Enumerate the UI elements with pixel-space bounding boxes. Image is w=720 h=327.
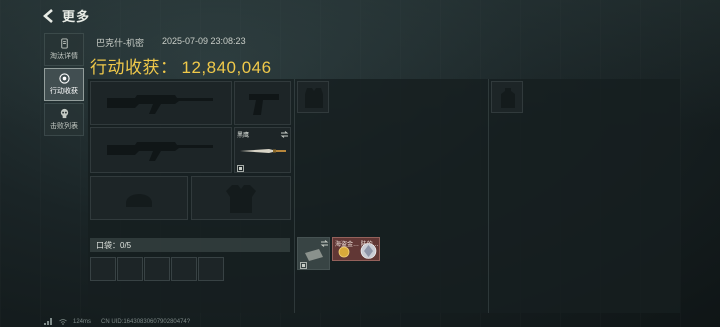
chest-rig-slot[interactable] xyxy=(297,81,329,113)
footer: 124ms CN UID:1643083060790280474? xyxy=(44,318,190,325)
page-title: 更多 xyxy=(62,9,91,24)
wifi-icon xyxy=(59,318,67,325)
vest-icon xyxy=(305,88,323,108)
backpack-slot[interactable] xyxy=(491,81,523,113)
secondary-weapon-slot[interactable] xyxy=(90,127,232,173)
nav-label: 击败列表 xyxy=(50,123,78,130)
loot-item-slot[interactable] xyxy=(297,237,330,270)
melee-slot[interactable]: 黑鹰 xyxy=(234,127,291,173)
match-info: 巴克什-机密 2025-07-09 23:08:23 xyxy=(96,36,246,49)
loot-item-slot[interactable]: 海盗金… 陆的… xyxy=(332,237,380,261)
header: 更多 xyxy=(42,6,90,25)
ping-value: 124ms xyxy=(73,318,92,325)
nav-action-harvest[interactable]: 行动收获 xyxy=(44,68,84,101)
nav-kill-list[interactable]: 击败列表 xyxy=(44,103,84,136)
column-divider xyxy=(488,79,489,313)
skull-icon xyxy=(60,108,68,119)
rifle-icon xyxy=(107,95,213,114)
rifle-icon xyxy=(107,142,213,161)
harvest-value: 12,840,046 xyxy=(181,58,272,77)
armor-slot[interactable] xyxy=(191,176,291,220)
pocket-cell[interactable] xyxy=(117,257,143,281)
swap-icon[interactable] xyxy=(280,131,289,138)
user-uid: CN UID:1643083060790280474? xyxy=(101,318,191,325)
knife-icon xyxy=(240,149,286,153)
tag-icon xyxy=(300,262,307,269)
harvest-total: 行动收获： 12,840,046 xyxy=(90,53,272,78)
gold-coin-icon xyxy=(338,246,350,258)
pocket-cell[interactable] xyxy=(90,257,116,281)
match-datetime: 2025-07-09 23:08:23 xyxy=(162,36,246,46)
pocket-cell[interactable] xyxy=(144,257,170,281)
swap-icon[interactable] xyxy=(320,240,329,247)
map-name: 巴克什-机密 xyxy=(96,38,144,48)
ammo-box-icon xyxy=(305,249,323,261)
nav-label: 淘汰详情 xyxy=(50,53,78,60)
pocket-cell[interactable] xyxy=(171,257,197,281)
primary-weapon-slot[interactable] xyxy=(90,81,232,125)
harvest-label: 行动收获： xyxy=(90,58,178,77)
side-nav: 淘汰详情 行动收获 击败列表 xyxy=(44,33,84,138)
badge-icon xyxy=(60,38,68,49)
column-divider xyxy=(294,79,295,313)
tag-icon xyxy=(237,165,244,172)
pocket-label: 口袋：0/5 xyxy=(90,238,290,252)
pocket-cell[interactable] xyxy=(198,257,224,281)
back-arrow-icon[interactable] xyxy=(42,8,56,24)
nav-label: 行动收获 xyxy=(50,88,78,95)
melee-name: 黑鹰 xyxy=(237,133,250,139)
target-icon xyxy=(58,73,70,84)
backpack-icon xyxy=(501,88,515,108)
helmet-slot[interactable] xyxy=(90,176,188,220)
nav-elimination-details[interactable]: 淘汰详情 xyxy=(44,33,84,66)
helmet-icon xyxy=(126,194,152,207)
signal-icon xyxy=(44,318,52,325)
pistol-icon xyxy=(249,94,279,115)
gem-icon xyxy=(360,243,377,259)
armor-icon xyxy=(226,185,256,213)
pistol-slot[interactable] xyxy=(234,81,291,125)
